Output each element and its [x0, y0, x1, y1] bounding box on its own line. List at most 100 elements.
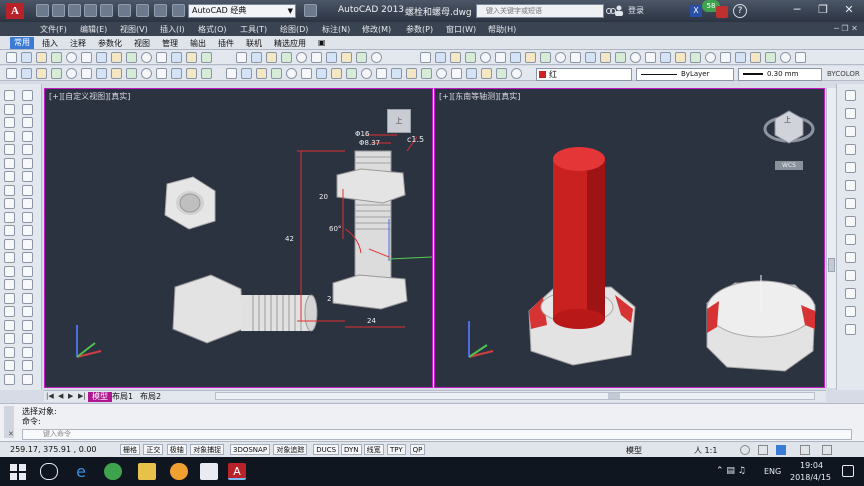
open-file-icon[interactable]	[52, 4, 65, 17]
status-toggle-5[interactable]: 对象追踪	[273, 444, 308, 455]
prev-tab-icon[interactable]: ◀	[58, 392, 63, 400]
render-tool-icon[interactable]	[361, 68, 372, 79]
view-tool-icon[interactable]	[236, 52, 247, 63]
view-tool-icon[interactable]	[371, 52, 382, 63]
object-snap-tool-icon[interactable]	[156, 68, 167, 79]
view-tool-icon[interactable]	[251, 52, 262, 63]
object-snap-tool-icon[interactable]	[6, 68, 17, 79]
vertical-scrollbar[interactable]	[826, 88, 836, 388]
render-tool-icon[interactable]	[256, 68, 267, 79]
menu-insert[interactable]: 插入(I)	[160, 24, 185, 35]
render-tool-icon[interactable]	[466, 68, 477, 79]
render-tool-icon[interactable]	[226, 68, 237, 79]
hscroll-thumb[interactable]	[608, 393, 620, 399]
menu-help[interactable]: 帮助(H)	[488, 24, 516, 35]
isolate-objects-icon[interactable]	[800, 445, 810, 455]
draw-tool-icon[interactable]	[4, 225, 15, 236]
object-snap-tool-icon[interactable]	[96, 68, 107, 79]
status-toggle-2[interactable]: 极轴	[166, 444, 187, 455]
menu-dimension[interactable]: 标注(N)	[322, 24, 350, 35]
draw-tool-icon[interactable]	[4, 117, 15, 128]
modify-tool-icon[interactable]	[22, 238, 33, 250]
menu-window[interactable]: 窗口(W)	[446, 24, 476, 35]
coordinate-readout[interactable]: 259.17, 375.91 , 0.00	[10, 445, 97, 454]
standard-tool-icon[interactable]	[6, 52, 17, 63]
modify-tool-icon[interactable]	[22, 90, 33, 101]
modify-tool-icon[interactable]	[22, 319, 33, 331]
panel-tool-icon[interactable]	[845, 216, 856, 227]
standard-tool-icon[interactable]	[66, 52, 77, 63]
modify-tool-icon[interactable]	[22, 144, 33, 155]
status-toggle-3[interactable]: 对象捕捉	[190, 444, 225, 455]
draw-tool-icon[interactable]	[4, 346, 15, 358]
help-button[interactable]: ?	[733, 4, 747, 18]
panel-tool-icon[interactable]	[845, 126, 856, 137]
modify-tool-icon[interactable]	[780, 52, 791, 63]
clock-date[interactable]: 2018/4/15	[790, 473, 831, 482]
menu-tools[interactable]: 工具(T)	[240, 24, 267, 35]
save-icon[interactable]	[68, 4, 81, 17]
exchange-icon[interactable]: X	[690, 5, 702, 17]
panel-tool-icon[interactable]	[845, 306, 856, 317]
modify-tool-icon[interactable]	[450, 52, 461, 63]
render-tool-icon[interactable]	[481, 68, 492, 79]
draw-tool-icon[interactable]	[4, 252, 15, 263]
tab-output[interactable]: 输出	[190, 38, 206, 49]
standard-tool-icon[interactable]	[36, 52, 47, 63]
view-tool-icon[interactable]	[296, 52, 307, 63]
modify-tool-icon[interactable]	[465, 52, 476, 63]
modify-tool-icon[interactable]	[585, 52, 596, 63]
draw-tool-icon[interactable]	[4, 157, 15, 169]
render-tool-icon[interactable]	[511, 68, 522, 79]
view-tool-icon[interactable]	[326, 52, 337, 63]
render-tool-icon[interactable]	[346, 68, 357, 79]
draw-tool-icon[interactable]	[4, 238, 15, 250]
object-snap-tool-icon[interactable]	[36, 68, 47, 79]
modify-tool-icon[interactable]	[22, 265, 33, 277]
draw-tool-icon[interactable]	[4, 279, 15, 290]
standard-tool-icon[interactable]	[81, 52, 92, 63]
panel-tool-icon[interactable]	[845, 288, 856, 299]
tab-online[interactable]: 联机	[246, 38, 262, 49]
qat-dropdown-icon[interactable]	[304, 4, 317, 17]
modify-tool-icon[interactable]	[495, 52, 506, 63]
standard-tool-icon[interactable]	[96, 52, 107, 63]
scrollbar-thumb[interactable]	[828, 258, 835, 272]
modify-tool-icon[interactable]	[480, 52, 491, 63]
object-snap-tool-icon[interactable]	[126, 68, 137, 79]
draw-tool-icon[interactable]	[4, 319, 15, 331]
view-tool-icon[interactable]	[281, 52, 292, 63]
modify-tool-icon[interactable]	[22, 252, 33, 263]
render-tool-icon[interactable]	[421, 68, 432, 79]
view-tool-icon[interactable]	[356, 52, 367, 63]
standard-tool-icon[interactable]	[111, 52, 122, 63]
lineweight-dropdown[interactable]: 0.30 mm	[738, 68, 822, 81]
tab-parametric[interactable]: 参数化	[98, 38, 122, 49]
status-toggle-9[interactable]: TPY	[387, 444, 406, 455]
panel-tool-icon[interactable]	[845, 234, 856, 245]
render-tool-icon[interactable]	[391, 68, 402, 79]
modify-tool-icon[interactable]	[735, 52, 746, 63]
modify-tool-icon[interactable]	[22, 225, 33, 236]
save-as-icon[interactable]	[84, 4, 97, 17]
modify-tool-icon[interactable]	[645, 52, 656, 63]
autocad-logo-icon[interactable]: A	[6, 3, 24, 19]
new-file-icon[interactable]	[36, 4, 49, 17]
panel-tool-icon[interactable]	[845, 144, 856, 155]
status-toggle-0[interactable]: 栅格	[120, 444, 140, 455]
modify-tool-icon[interactable]	[22, 117, 33, 128]
panel-tool-icon[interactable]	[845, 90, 856, 101]
close-icon[interactable]: ✕	[836, 0, 862, 20]
object-snap-tool-icon[interactable]	[186, 68, 197, 79]
wcs-menu[interactable]: WCS	[775, 161, 803, 170]
draw-tool-icon[interactable]	[4, 184, 15, 196]
print-icon[interactable]	[118, 4, 131, 17]
modify-tool-icon[interactable]	[22, 306, 33, 317]
clean-screen-icon[interactable]	[822, 445, 832, 455]
workspace-dropdown[interactable]: AutoCAD 经典 ▼	[188, 4, 296, 18]
standard-tool-icon[interactable]	[51, 52, 62, 63]
language-indicator[interactable]: ENG	[764, 467, 781, 476]
draw-tool-icon[interactable]	[4, 144, 15, 155]
modify-tool-icon[interactable]	[720, 52, 731, 63]
windows-start-icon[interactable]	[10, 464, 26, 480]
